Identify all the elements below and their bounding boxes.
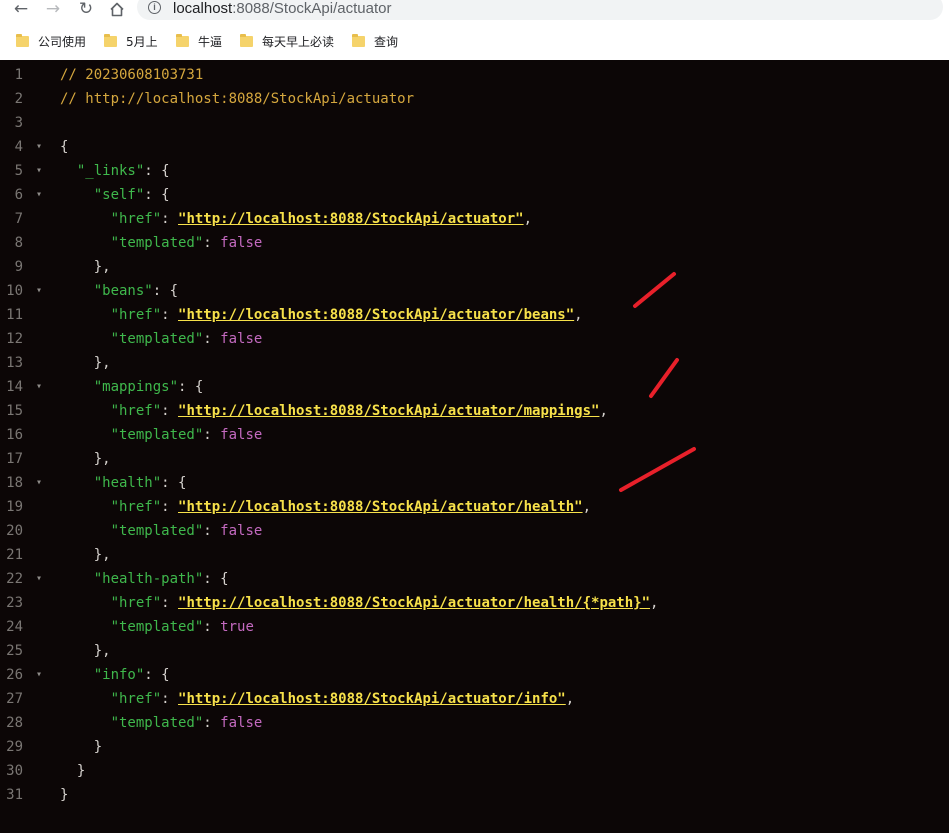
annotation-marks [619,272,696,492]
annotation-stroke [649,358,679,398]
annotation-stroke [619,447,696,492]
annotation-stroke [633,272,676,308]
